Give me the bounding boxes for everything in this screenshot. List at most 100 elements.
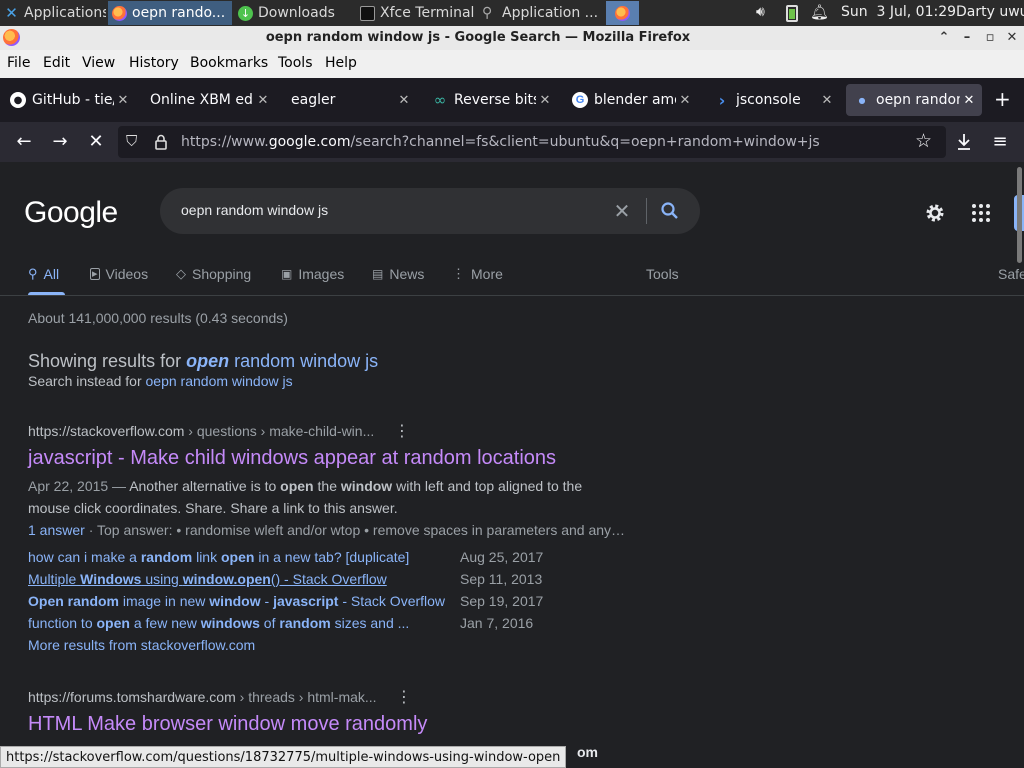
search-box[interactable]: oepn random window js ✕	[160, 188, 700, 234]
taskbar-firefox-window[interactable]: oepn rando...	[108, 1, 232, 25]
original-query-link[interactable]: oepn random window js	[146, 373, 293, 389]
menu-view[interactable]: View	[82, 55, 115, 71]
tab-reverse-bits[interactable]: ∞ Reverse bits ✕	[424, 84, 558, 116]
tab-shopping[interactable]: ◇ Shopping	[176, 266, 251, 282]
tab-xbm-editor[interactable]: Online XBM edi ✕	[142, 84, 276, 116]
tab-jsconsole[interactable]: › jsconsole ✕	[706, 84, 840, 116]
sublink[interactable]: function to open a few new windows of ra…	[28, 615, 409, 631]
news-icon: ▤	[372, 267, 384, 281]
downloads-button[interactable]	[952, 130, 976, 154]
image-icon: ▣	[281, 267, 293, 281]
close-window-button[interactable]: ✕	[1003, 29, 1021, 47]
menu-bar: File Edit View History Bookmarks Tools H…	[0, 50, 1024, 78]
menu-edit[interactable]: Edit	[43, 55, 70, 71]
tab-images[interactable]: ▣ Images	[281, 266, 344, 282]
tab-close-icon[interactable]: ✕	[960, 93, 978, 108]
clock[interactable]: Sun 3 Jul, 01:29	[841, 4, 956, 20]
window-shade-button[interactable]: ⌃	[935, 29, 953, 47]
tab-images-label: Images	[298, 266, 345, 282]
workspace-firefox-thumb[interactable]	[606, 1, 639, 25]
sublink[interactable]: Multiple Windows using window.open() - S…	[28, 571, 387, 587]
tab-close-icon[interactable]: ✕	[818, 93, 836, 108]
taskbar-appfinder-label: Application ...	[502, 5, 598, 21]
maximize-button[interactable]: ▫	[981, 29, 999, 47]
tab-eagler[interactable]: eagler ✕	[283, 84, 417, 116]
notification-bell-icon[interactable]: 🔔︎	[810, 3, 829, 21]
corrected-rest: random window js	[229, 351, 379, 371]
result-title-link[interactable]: HTML Make browser window move randomly	[28, 713, 427, 736]
tab-close-icon[interactable]: ✕	[395, 93, 413, 108]
new-tab-button[interactable]: +	[994, 89, 1011, 109]
url-text[interactable]: https://www.google.com/search?channel=fs…	[181, 134, 820, 150]
tab-github[interactable]: ● GitHub - tie/ ✕	[2, 84, 136, 116]
window-title: oepn random window js - Google Search — …	[265, 30, 691, 45]
xfce-icon: ✕	[5, 3, 18, 22]
result-cite[interactable]: https://forums.tomshardware.com › thread…	[28, 689, 377, 705]
minimize-button[interactable]: –	[958, 29, 976, 47]
tab-close-icon[interactable]: ✕	[536, 93, 554, 108]
tools-button[interactable]: Tools	[646, 266, 679, 282]
lock-icon[interactable]	[155, 134, 167, 150]
menu-help[interactable]: Help	[325, 55, 357, 71]
more-options-icon[interactable]: ⋮	[396, 687, 412, 706]
menu-history[interactable]: History	[129, 55, 179, 71]
settings-gear-icon[interactable]	[923, 201, 947, 225]
search-divider	[646, 198, 647, 224]
page-scrollbar[interactable]	[1017, 167, 1022, 263]
tab-videos[interactable]: ▸ Videos	[90, 266, 148, 282]
taskbar-downloads-window[interactable]: ↓ Downloads	[234, 1, 348, 25]
search-button[interactable]	[658, 199, 682, 223]
result-title-link[interactable]: javascript - Make child windows appear a…	[28, 447, 556, 470]
sublink[interactable]: how can i make a random link open in a n…	[28, 549, 409, 565]
forward-button[interactable]: →	[48, 130, 72, 154]
tab-oepn-random[interactable]: ● oepn random ✕	[846, 84, 982, 116]
tab-more[interactable]: ⋮ More	[452, 266, 503, 282]
taskbar-downloads-label: Downloads	[258, 5, 335, 21]
spelling-correction: Showing results for open random window j…	[28, 351, 378, 372]
safesearch-button[interactable]: Safe	[998, 266, 1024, 282]
app-menu-button[interactable]: ≡	[988, 130, 1012, 154]
tab-news[interactable]: ▤ News	[372, 266, 424, 282]
terminal-icon	[360, 5, 375, 21]
tab-close-icon[interactable]: ✕	[254, 93, 272, 108]
tab-blender[interactable]: G blender amo ✕	[564, 84, 698, 116]
clear-search-icon[interactable]: ✕	[610, 199, 634, 223]
applications-menu[interactable]: ✕ Applications	[0, 1, 106, 25]
more-options-icon[interactable]: ⋮	[394, 421, 410, 440]
google-logo[interactable]: Google	[24, 196, 118, 230]
user-menu[interactable]: Darty uwu	[956, 4, 1024, 20]
sublink[interactable]: Open random image in new window - javasc…	[28, 593, 445, 609]
sublink-date: Jan 7, 2016	[460, 615, 534, 631]
link-status-bar: https://stackoverflow.com/questions/1873…	[0, 746, 567, 768]
tracking-shield-icon[interactable]: ⛉	[126, 132, 144, 152]
corrected-query-link[interactable]: open random window js	[186, 351, 378, 371]
volume-icon[interactable]: 🔊︎	[756, 4, 774, 22]
url-bar[interactable]: ⛉ https://www.google.com/search?channel=…	[118, 126, 946, 158]
result-stats: About 141,000,000 results (0.43 seconds)	[28, 310, 288, 326]
bookmark-star-icon[interactable]: ☆	[915, 130, 932, 152]
stop-button[interactable]: ✕	[84, 130, 108, 154]
taskbar-appfinder-window[interactable]: ⚲ Application ...	[478, 1, 598, 25]
taskbar-terminal-window[interactable]: Xfce Terminal	[356, 1, 474, 25]
tab-close-icon[interactable]: ✕	[114, 93, 132, 108]
more-results-link[interactable]: More results from stackoverflow.com	[28, 637, 255, 653]
sublink-date: Sep 19, 2017	[460, 593, 544, 609]
answers-link[interactable]: 1 answer	[28, 522, 85, 538]
menu-bookmarks[interactable]: Bookmarks	[190, 55, 268, 71]
menu-file[interactable]: File	[7, 55, 30, 71]
keyword-highlight: window	[209, 593, 261, 609]
apps-grid-icon[interactable]	[971, 203, 991, 223]
tab-label: eagler	[291, 92, 336, 108]
tab-all[interactable]: ⚲ All	[28, 266, 59, 282]
tab-close-icon[interactable]: ✕	[676, 93, 694, 108]
search-input[interactable]: oepn random window js	[181, 202, 328, 218]
battery-icon[interactable]	[786, 5, 798, 22]
cite-path: › questions › make-child-win...	[184, 423, 375, 439]
menu-tools[interactable]: Tools	[278, 55, 313, 71]
result-cite[interactable]: https://stackoverflow.com › questions › …	[28, 423, 374, 439]
back-button[interactable]: ←	[12, 130, 36, 154]
video-icon: ▸	[90, 268, 100, 280]
chevron-right-icon: ›	[718, 90, 726, 110]
window-titlebar[interactable]: oepn random window js - Google Search — …	[0, 26, 1024, 50]
tab-label: Online XBM edi	[150, 92, 254, 108]
